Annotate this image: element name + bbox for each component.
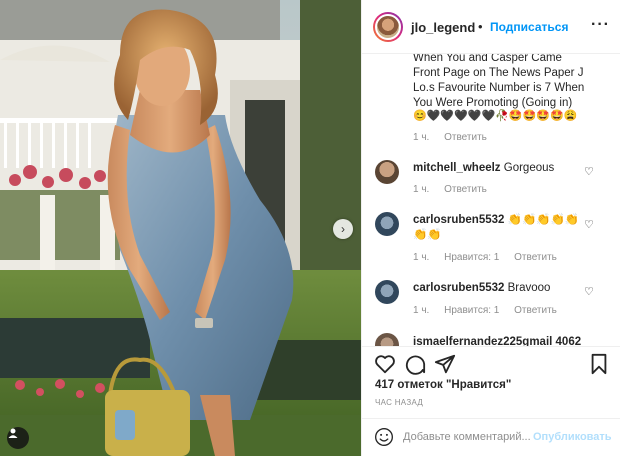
share-icon[interactable] [434,353,456,375]
comment-text: carlosruben5532 Bravooo [413,281,603,296]
comment-time: 1 ч. [413,184,430,195]
comment-time: 1 ч. [413,305,430,316]
heart-icon[interactable] [374,353,396,375]
avatar[interactable] [375,212,399,236]
tagged-users-button[interactable] [7,427,29,449]
comment-input[interactable] [403,428,531,446]
comment-time: 1 ч. [413,252,430,263]
user-icon [8,428,18,438]
post-photo[interactable]: › [0,0,361,456]
comment-body-continued: 👏👏 [413,229,442,241]
comment-likes[interactable]: Нравится: 1 [444,305,499,316]
like-comment-heart-icon[interactable]: ♡ [584,218,594,231]
comment-username[interactable]: ismaelfernandez225gmail 4062 [413,336,581,346]
like-comment-heart-icon[interactable]: ♡ [584,285,594,298]
comment-icon[interactable] [404,353,426,375]
follow-button[interactable]: Подписаться [490,20,568,34]
author-username[interactable]: jlo_legend [411,20,475,35]
comment-username[interactable]: mitchell_wheelz [413,162,501,174]
avatar[interactable] [373,12,403,42]
emoji-smile-icon[interactable] [374,427,394,447]
comments-list[interactable]: When You and Casper Came Front Page on T… [362,54,620,346]
reply-link[interactable]: Ответить [514,252,557,263]
comment-text: When You and Casper Came Front Page on T… [413,54,585,109]
comment-likes[interactable]: Нравится: 1 [444,252,499,263]
comment-body: Bravooo [507,282,551,294]
reply-link[interactable]: Ответить [514,305,557,316]
comment-meta: 1 ч. Ответить [413,184,499,195]
separator-dot: • [478,19,483,34]
avatar[interactable] [375,160,399,184]
chevron-right-icon: › [341,222,345,236]
photo-illustration [0,0,361,456]
reply-link[interactable]: Ответить [444,132,487,143]
avatar[interactable] [375,333,399,346]
post-sidebar: jlo_legend • Подписаться ··· When You an… [361,0,620,456]
bookmark-icon[interactable] [588,353,610,375]
comment-meta: 1 ч. Нравится: 1 Ответить [413,252,569,263]
comment-time: 1 ч. [413,132,430,143]
ellipsis-icon[interactable]: ··· [591,16,610,34]
comment-username[interactable]: carlosruben5532 [413,282,504,294]
comment-text: ismaelfernandez225gmail 4062 [413,335,603,346]
comment-text: mitchell_wheelz Gorgeous [413,161,603,176]
comment-username[interactable]: carlosruben5532 [413,214,504,226]
post-actions: 417 отметок "Нравится" ЧАС НАЗАД [362,346,620,410]
avatar[interactable] [375,280,399,304]
likes-count[interactable]: 417 отметок "Нравится" [375,379,511,391]
post-header: jlo_legend • Подписаться ··· [362,0,620,54]
comment-body: 👏👏👏👏👏 [507,214,580,226]
comment-meta: 1 ч. Ответить [413,132,499,143]
reply-link[interactable]: Ответить [444,184,487,195]
comment-meta: 1 ч. Нравится: 1 Ответить [413,305,569,316]
add-comment-bar: Опубликовать [362,418,620,456]
next-photo-button[interactable]: › [333,219,353,239]
publish-button[interactable]: Опубликовать [533,431,612,443]
comment-text: carlosruben5532 👏👏👏👏👏 👏👏 [413,213,603,243]
comment-emojis: 😊🖤🖤🖤🖤🖤🥀🤩🤩🤩🤩😩 [413,110,578,122]
post-time[interactable]: ЧАС НАЗАД [375,398,423,407]
comment-body: Gorgeous [503,162,555,174]
like-comment-heart-icon[interactable]: ♡ [584,165,594,178]
